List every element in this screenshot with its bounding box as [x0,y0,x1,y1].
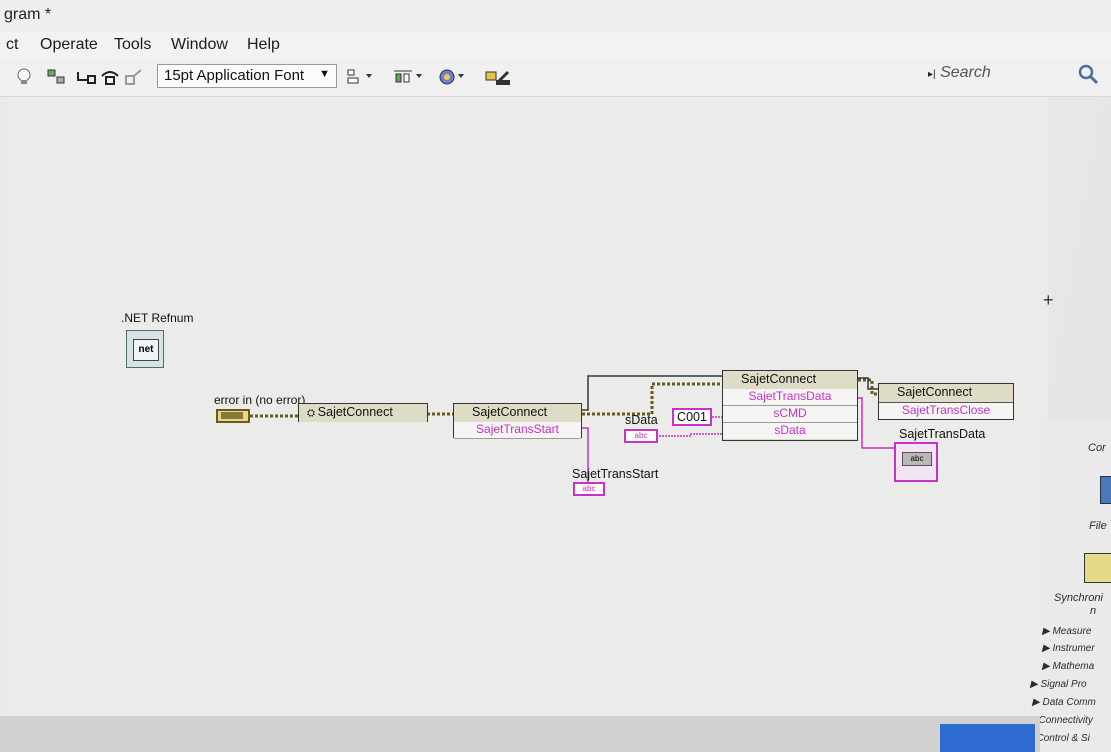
string-wire[interactable] [656,433,722,437]
string-control-icon: abc [634,431,648,440]
trans-data-indicator[interactable]: abc [894,442,938,482]
invoke-node-trans-start[interactable]: SajetConnect SajetTransStart [453,403,582,439]
constructor-node-title: SajetConnect [317,405,393,419]
crosshair-cursor-icon: + [1043,290,1054,310]
invoke-node-trans-data[interactable]: SajetConnect SajetTransData sCMD sData [722,370,858,441]
constructor-node[interactable]: ⛭ SajetConnect [298,403,428,422]
functions-palette: Cor File Synchroni n ▶ Measure ▶ Instrum… [1026,420,1111,752]
palette-label-cor: Cor [1088,442,1106,454]
invoke-node-title: SajetConnect [741,372,817,386]
invoke-node-trans-close[interactable]: SajetConnect SajetTransClose [878,383,1014,420]
trans-start-indicator-label: SajetTransStart [572,467,659,481]
error-in-label: error in (no error) [214,393,306,407]
labview-block-diagram-window: gram * ct Operate Tools Window Help 15pt… [0,0,1111,752]
method-trans-data[interactable]: SajetTransData [723,389,857,406]
c001-value: C001 [677,410,707,424]
error-cluster-icon [221,412,243,419]
param-sdata[interactable]: sData [723,423,857,439]
palette-label-file: File [1089,520,1107,532]
palette-label-synchroni: Synchroni [1054,592,1103,604]
palette-measure[interactable]: ▶ Measure [1042,626,1091,637]
palette-label-n: n [1090,605,1097,617]
param-scmd[interactable]: sCMD [723,406,857,423]
sdata-control[interactable]: abc [624,429,658,443]
trans-start-indicator[interactable]: abc [573,482,605,496]
palette-signal-processing[interactable]: ▶ Signal Pro [1030,679,1087,690]
string-indicator-icon: abc [582,484,596,493]
net-icon: net [133,339,159,361]
invoke-node-title: SajetConnect [472,405,548,419]
wires-layer [250,375,896,482]
trans-data-indicator-label: SajetTransData [899,427,986,441]
c001-string-constant[interactable]: C001 [672,408,712,426]
string-indicator-icon: abc [902,452,932,466]
refnum-label: .NET Refnum [121,311,194,325]
horizontal-scrollbar[interactable] [0,716,1040,752]
error-wire[interactable] [858,378,880,396]
file-io-icon[interactable] [1100,476,1111,504]
error-in-control[interactable] [216,409,250,423]
taskbar-highlight [940,724,1035,752]
palette-data-communication[interactable]: ▶ Data Comm [1032,697,1096,708]
palette-mathematics[interactable]: ▶ Mathema [1042,661,1094,672]
invoke-node-title: SajetConnect [897,385,973,399]
method-trans-start[interactable]: SajetTransStart [454,422,581,439]
net-refnum-control[interactable]: net [126,330,164,368]
synchronization-icon[interactable] [1084,553,1111,583]
sdata-label: sData [625,413,658,427]
method-trans-close[interactable]: SajetTransClose [879,403,1013,419]
constructor-icon: ⛭ [307,408,318,419]
palette-instrument[interactable]: ▶ Instrumer [1042,643,1095,654]
